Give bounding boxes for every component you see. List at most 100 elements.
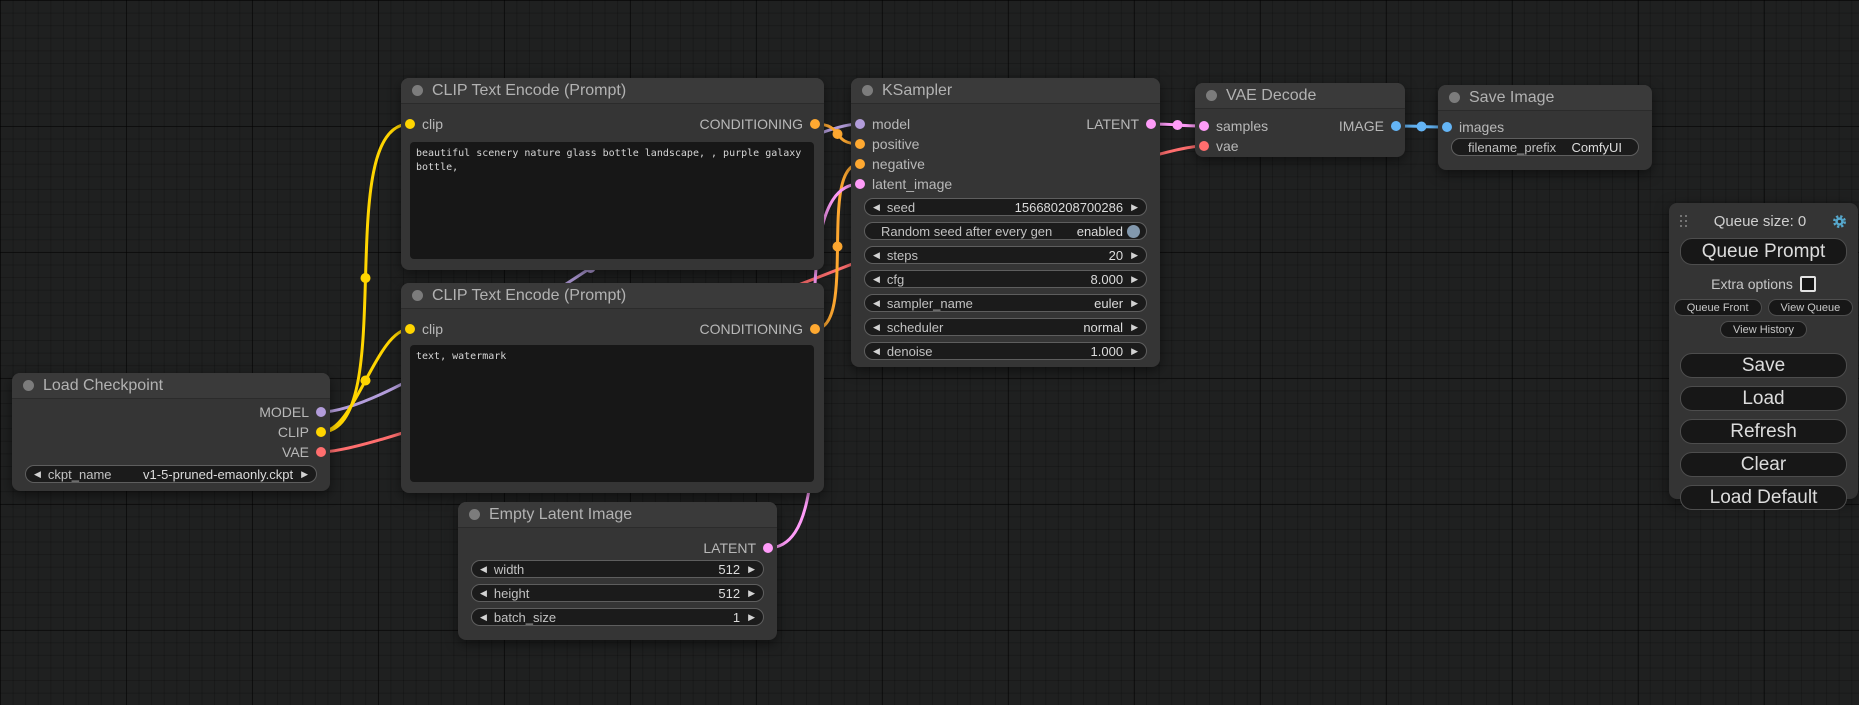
link-midpoint-dot[interactable] [833,129,843,139]
collapse-dot-icon[interactable] [862,85,873,96]
decrement-arrow-icon[interactable]: ◀ [480,612,487,623]
link-midpoint-dot[interactable] [1417,122,1427,132]
decrement-arrow-icon[interactable]: ◀ [480,564,487,575]
input-slot-vae[interactable] [1199,141,1209,151]
save-button[interactable]: Save [1680,353,1847,378]
widget-height[interactable]: ◀height512▶ [471,584,764,602]
collapse-dot-icon[interactable] [1206,90,1217,101]
node-load-checkpoint[interactable]: Load CheckpointMODELCLIPVAE◀ckpt_namev1-… [12,373,330,491]
output-slot-CONDITIONING[interactable] [810,324,820,334]
increment-arrow-icon[interactable]: ▶ [1131,250,1138,261]
view-queue-button[interactable]: View Queue [1768,299,1854,316]
input-slot-latent_image[interactable] [855,179,865,189]
slot-label: latent_image [872,176,952,192]
node-empty-latent-image[interactable]: Empty Latent Image LATENT ◀width512▶ ◀heigh… [458,502,777,640]
decrement-arrow-icon[interactable]: ◀ [873,298,880,309]
view-history-button[interactable]: View History [1720,321,1807,338]
decrement-arrow-icon[interactable]: ◀ [873,250,880,261]
increment-arrow-icon[interactable]: ▶ [1131,202,1138,213]
node-ksampler[interactable]: KSamplermodelLATENTpositivenegativelaten… [851,78,1160,367]
node-header[interactable]: KSampler [851,78,1160,104]
slot-label: CONDITIONING [700,116,803,132]
link-midpoint-dot[interactable] [1173,120,1183,130]
load-default-button[interactable]: Load Default [1680,485,1847,510]
widget-value: 1.000 [1091,344,1124,359]
clear-button[interactable]: Clear [1680,452,1847,477]
panel-drag-handle-icon[interactable] [1680,215,1688,228]
collapse-dot-icon[interactable] [412,290,423,301]
collapse-dot-icon[interactable] [412,85,423,96]
widget-seed[interactable]: ◀seed156680208700286▶ [864,198,1147,216]
queue-front-button[interactable]: Queue Front [1674,299,1762,316]
output-slot-LATENT[interactable] [763,543,773,553]
input-slot-samples[interactable] [1199,121,1209,131]
toggle-knob-icon[interactable] [1127,225,1140,238]
prompt-textarea[interactable]: text, watermark [410,345,814,482]
link-midpoint-dot[interactable] [361,273,371,283]
widget-sampler_name[interactable]: ◀sampler_nameeuler▶ [864,294,1147,312]
decrement-arrow-icon[interactable]: ◀ [873,202,880,213]
output-slot-CONDITIONING[interactable] [810,119,820,129]
settings-gear-icon[interactable] [1832,214,1847,229]
increment-arrow-icon[interactable]: ▶ [1131,322,1138,333]
refresh-button[interactable]: Refresh [1680,419,1847,444]
widget-cfg[interactable]: ◀cfg8.000▶ [864,270,1147,288]
widget-steps[interactable]: ◀steps20▶ [864,246,1147,264]
node-title: KSampler [882,82,952,100]
output-slot-IMAGE[interactable] [1391,121,1401,131]
node-header[interactable]: Load Checkpoint [12,373,330,399]
prompt-textarea[interactable]: beautiful scenery nature glass bottle la… [410,142,814,259]
increment-arrow-icon[interactable]: ▶ [748,564,755,575]
widget-width[interactable]: ◀width512▶ [471,560,764,578]
node-header[interactable]: Save Image [1438,85,1652,111]
input-slot-images[interactable] [1442,122,1452,132]
widget-scheduler[interactable]: ◀schedulernormal▶ [864,318,1147,336]
decrement-arrow-icon[interactable]: ◀ [34,469,41,480]
input-slot-positive[interactable] [855,139,865,149]
input-slot-clip[interactable] [405,119,415,129]
decrement-arrow-icon[interactable]: ◀ [873,322,880,333]
input-slot-model[interactable] [855,119,865,129]
node-title: Save Image [1469,89,1554,107]
increment-arrow-icon[interactable]: ▶ [748,588,755,599]
link-midpoint-dot[interactable] [361,376,371,386]
output-slot-VAE[interactable] [316,447,326,457]
slot-label: positive [872,136,919,152]
increment-arrow-icon[interactable]: ▶ [1131,346,1138,357]
increment-arrow-icon[interactable]: ▶ [301,469,308,480]
increment-arrow-icon[interactable]: ▶ [1131,298,1138,309]
queue-prompt-button[interactable]: Queue Prompt [1680,238,1847,265]
decrement-arrow-icon[interactable]: ◀ [873,274,880,285]
node-vae-decode[interactable]: VAE DecodesamplesIMAGEvae [1195,83,1405,157]
load-button[interactable]: Load [1680,386,1847,411]
node-header[interactable]: CLIP Text Encode (Prompt) [401,78,824,104]
node-clip-text-encode-2[interactable]: CLIP Text Encode (Prompt)clipCONDITIONIN… [401,283,824,493]
node-clip-text-encode-1[interactable]: CLIP Text Encode (Prompt)clipCONDITIONIN… [401,78,824,270]
collapse-dot-icon[interactable] [469,509,480,520]
increment-arrow-icon[interactable]: ▶ [1131,274,1138,285]
node-header[interactable]: VAE Decode [1195,83,1405,109]
slot-label: CLIP [278,424,309,440]
widget-value: enabled [1077,224,1123,239]
widget-denoise[interactable]: ◀denoise1.000▶ [864,342,1147,360]
widget-ckpt_name[interactable]: ◀ckpt_namev1-5-pruned-emaonly.ckpt▶ [25,465,317,483]
input-slot-clip[interactable] [405,324,415,334]
output-slot-MODEL[interactable] [316,407,326,417]
extra-options-checkbox[interactable] [1800,276,1816,292]
increment-arrow-icon[interactable]: ▶ [748,612,755,623]
output-slot-CLIP[interactable] [316,427,326,437]
node-header[interactable]: CLIP Text Encode (Prompt) [401,283,824,309]
node-header[interactable]: Empty Latent Image [458,502,777,528]
collapse-dot-icon[interactable] [1449,92,1460,103]
slot-label: LATENT [703,540,756,556]
link-midpoint-dot[interactable] [833,242,843,252]
decrement-arrow-icon[interactable]: ◀ [873,346,880,357]
output-slot-LATENT[interactable] [1146,119,1156,129]
widget-batch_size[interactable]: ◀batch_size1▶ [471,608,764,626]
widget-filename_prefix[interactable]: filename_prefixComfyUI [1451,138,1639,156]
widget-random-seed-after-every-gen[interactable]: Random seed after every genenabled [864,222,1147,240]
input-slot-negative[interactable] [855,159,865,169]
decrement-arrow-icon[interactable]: ◀ [480,588,487,599]
collapse-dot-icon[interactable] [23,380,34,391]
node-save-image[interactable]: Save Imageimagesfilename_prefixComfyUI [1438,85,1652,170]
